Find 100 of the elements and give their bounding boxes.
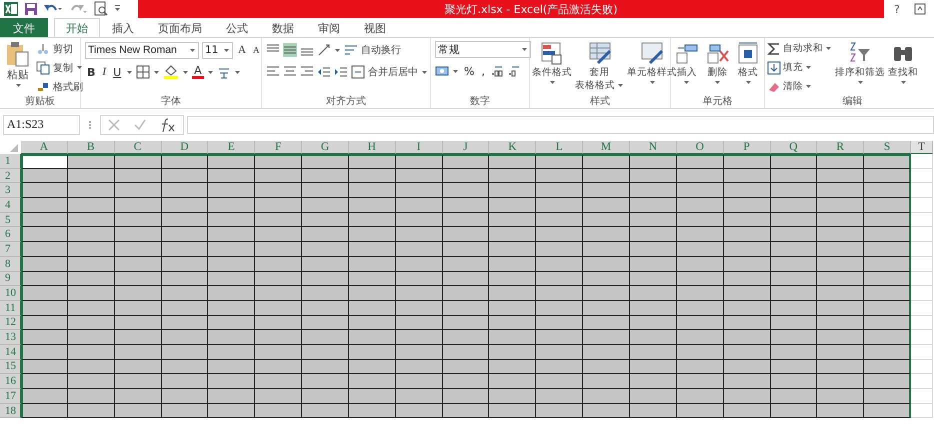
caret-icon[interactable] bbox=[648, 80, 656, 85]
column-header[interactable]: F bbox=[255, 141, 302, 154]
ribbon-tab[interactable]: 页面布局 bbox=[146, 18, 214, 37]
table-cell[interactable] bbox=[21, 404, 68, 418]
table-cell[interactable] bbox=[724, 374, 770, 389]
table-cell[interactable] bbox=[864, 154, 912, 169]
table-cell[interactable] bbox=[396, 360, 443, 374]
row-header[interactable]: 17 bbox=[0, 389, 21, 404]
table-cell[interactable] bbox=[630, 330, 677, 345]
table-cell[interactable] bbox=[302, 168, 349, 184]
table-cell[interactable] bbox=[208, 330, 256, 345]
table-cell[interactable] bbox=[536, 286, 584, 301]
caret-icon[interactable] bbox=[744, 80, 752, 85]
insert-function-icon[interactable] bbox=[159, 116, 177, 132]
table-cell[interactable] bbox=[770, 404, 818, 418]
table-cell[interactable] bbox=[724, 198, 770, 213]
table-cell[interactable] bbox=[21, 154, 68, 169]
ribbon-tab[interactable]: 文件 bbox=[0, 18, 48, 37]
row-header[interactable]: 14 bbox=[0, 344, 21, 360]
table-cell[interactable] bbox=[724, 286, 770, 301]
table-cell[interactable] bbox=[396, 286, 443, 301]
table-cell[interactable] bbox=[68, 154, 115, 169]
table-cell[interactable] bbox=[864, 404, 912, 418]
table-cell[interactable] bbox=[442, 168, 490, 184]
column-header[interactable]: D bbox=[162, 141, 208, 154]
table-cell[interactable] bbox=[348, 286, 396, 301]
caret-icon[interactable] bbox=[805, 84, 812, 89]
table-cell[interactable] bbox=[630, 374, 677, 389]
table-cell[interactable] bbox=[21, 330, 68, 345]
caret-icon[interactable] bbox=[76, 65, 83, 70]
table-cell[interactable] bbox=[208, 227, 256, 242]
caret-icon[interactable] bbox=[825, 46, 832, 51]
caret-icon[interactable] bbox=[14, 83, 22, 88]
table-cell[interactable] bbox=[770, 330, 818, 345]
table-cell[interactable] bbox=[630, 300, 677, 316]
table-cell[interactable] bbox=[770, 154, 818, 169]
table-cell[interactable] bbox=[255, 389, 302, 404]
table-cell[interactable] bbox=[348, 389, 396, 404]
table-cell[interactable] bbox=[68, 389, 115, 404]
ribbon-tab[interactable]: 开始 bbox=[54, 18, 100, 37]
table-cell[interactable] bbox=[536, 300, 584, 316]
help-button[interactable]: ? bbox=[894, 2, 900, 16]
table-cell[interactable] bbox=[114, 154, 162, 169]
table-cell[interactable] bbox=[348, 242, 396, 257]
table-cell[interactable] bbox=[208, 154, 256, 169]
table-cell[interactable] bbox=[255, 374, 302, 389]
column-header[interactable]: S bbox=[864, 141, 912, 154]
table-cell[interactable] bbox=[583, 374, 630, 389]
caret-icon[interactable] bbox=[182, 70, 190, 74]
table-cell[interactable] bbox=[302, 256, 349, 272]
table-cell[interactable] bbox=[536, 183, 584, 198]
table-cell[interactable] bbox=[583, 212, 630, 228]
table-cell[interactable] bbox=[114, 168, 162, 184]
table-cell[interactable] bbox=[536, 168, 584, 184]
table-cell[interactable] bbox=[724, 389, 770, 404]
grow-font-button[interactable]: A bbox=[236, 42, 248, 58]
table-cell[interactable] bbox=[630, 256, 677, 272]
table-cell[interactable] bbox=[21, 316, 68, 330]
name-box[interactable]: A1:S23 bbox=[3, 114, 80, 134]
table-cell[interactable] bbox=[864, 360, 912, 374]
orientation-icon[interactable] bbox=[317, 43, 331, 57]
table-cell[interactable] bbox=[630, 227, 677, 242]
table-cell[interactable] bbox=[817, 374, 864, 389]
formula-input[interactable] bbox=[187, 116, 934, 134]
table-cell[interactable] bbox=[348, 154, 396, 169]
ribbon-button[interactable]: 复制 bbox=[36, 60, 83, 75]
caret-icon[interactable] bbox=[683, 80, 690, 85]
caret-icon[interactable] bbox=[153, 70, 160, 74]
table-cell[interactable] bbox=[536, 227, 584, 242]
table-cell[interactable] bbox=[630, 242, 677, 257]
table-cell[interactable] bbox=[348, 360, 396, 374]
table-cell[interactable] bbox=[489, 168, 536, 184]
table-cell[interactable] bbox=[255, 404, 302, 418]
table-cell[interactable] bbox=[676, 256, 724, 272]
ribbon-button[interactable]: 格式 bbox=[733, 41, 764, 85]
table-cell[interactable] bbox=[864, 272, 912, 286]
print-preview-icon[interactable] bbox=[93, 1, 109, 17]
increase-decimal-icon[interactable] bbox=[490, 64, 504, 78]
row-header[interactable]: 8 bbox=[0, 256, 21, 272]
number-format-dropdown[interactable]: 常规 bbox=[435, 41, 531, 58]
ribbon-tab[interactable]: 审阅 bbox=[306, 18, 352, 37]
table-cell[interactable] bbox=[676, 198, 724, 213]
table-cell[interactable] bbox=[489, 256, 536, 272]
table-cell[interactable] bbox=[583, 256, 630, 272]
table-cell[interactable] bbox=[348, 168, 396, 184]
table-cell[interactable] bbox=[724, 330, 770, 345]
table-cell[interactable] bbox=[162, 256, 208, 272]
row-header[interactable]: 5 bbox=[0, 212, 21, 228]
ribbon-button[interactable]: 自动求和 bbox=[766, 41, 833, 56]
table-cell[interactable] bbox=[396, 198, 443, 213]
table-cell[interactable] bbox=[255, 198, 302, 213]
table-cell[interactable] bbox=[817, 227, 864, 242]
table-cell[interactable] bbox=[162, 330, 208, 345]
table-cell[interactable] bbox=[770, 344, 818, 360]
table-cell[interactable] bbox=[864, 389, 912, 404]
table-cell[interactable] bbox=[302, 272, 349, 286]
table-cell[interactable] bbox=[676, 272, 724, 286]
table-cell[interactable] bbox=[442, 242, 490, 257]
table-cell[interactable] bbox=[630, 272, 677, 286]
table-cell[interactable] bbox=[162, 212, 208, 228]
